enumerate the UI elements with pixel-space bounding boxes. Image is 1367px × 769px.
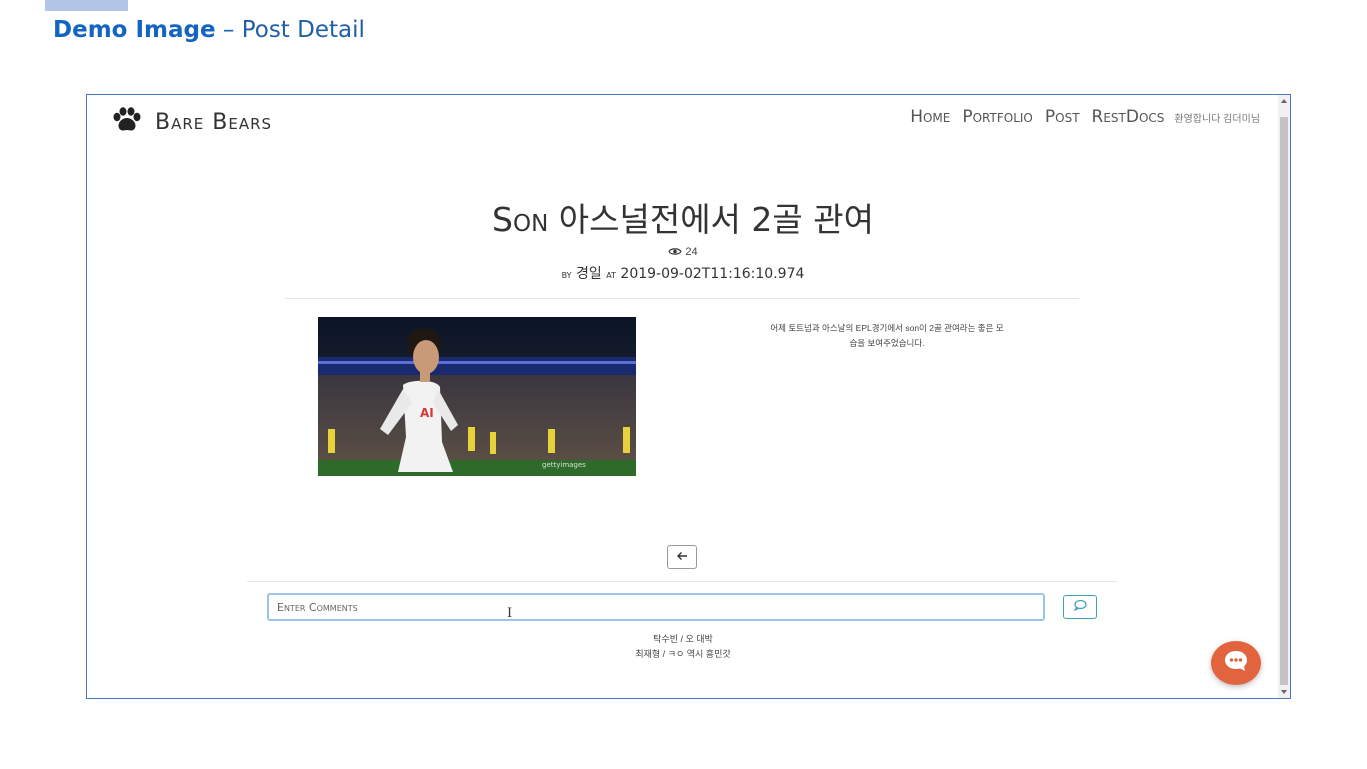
post-title: Son 아스널전에서 2골 관여 <box>492 200 874 239</box>
at-label: at <box>606 267 616 281</box>
submit-comment-button[interactable] <box>1063 595 1097 619</box>
arrow-left-icon <box>676 548 688 566</box>
post-body-line-2: 습을 보여주었습니다. <box>849 338 925 348</box>
comments-divider <box>247 581 1117 582</box>
comment-list: 탁수빈 / 오 대박 최재형 / ㅋㅇ 역시 흥민갓 <box>87 632 1279 662</box>
comment-author: 최재형 <box>635 649 661 659</box>
comment-input[interactable] <box>267 593 1045 621</box>
browser-viewport: Bare Bears Home Portfolio Post RestDocs … <box>86 94 1291 699</box>
navbar-links: Home Portfolio Post RestDocs 환영합니다 김더미님 <box>898 107 1260 127</box>
post-body-line-1: 어제 토트넘과 아스날의 EPL경기에서 son이 2골 관여라는 좋은 모 <box>770 323 1004 333</box>
title-divider <box>285 298 1079 299</box>
brand-name: Bare Bears <box>155 110 273 135</box>
scroll-up-icon[interactable] <box>1281 99 1287 103</box>
comment-item: 최재형 / ㅋㅇ 역시 흥민갓 <box>635 649 731 659</box>
post-body: 어제 토트넘과 아스날의 EPL경기에서 son이 2골 관여라는 좋은 모 습… <box>727 321 1047 351</box>
post-date: 2019-09-02T11:16:10.974 <box>620 266 805 282</box>
nav-link-post[interactable]: Post <box>1045 107 1080 127</box>
nav-link-home[interactable]: Home <box>910 107 950 127</box>
chat-icon <box>1223 649 1249 678</box>
post-image: AI gettyimages <box>318 317 636 476</box>
post-meta: by 경일 at 2019-09-02T11:16:10.974 <box>87 263 1279 283</box>
scroll-down-icon[interactable] <box>1281 690 1287 694</box>
nav-link-restdocs[interactable]: RestDocs <box>1092 107 1165 127</box>
text-cursor-icon: I <box>507 606 513 621</box>
paw-icon <box>111 107 143 138</box>
comment-author: 탁수빈 <box>653 634 678 644</box>
photo-watermark: gettyimages <box>542 461 586 469</box>
speech-bubble-icon <box>1073 598 1087 616</box>
slide-title-strong: Demo Image <box>53 17 216 43</box>
vertical-scrollbar[interactable] <box>1278 95 1290 698</box>
slide-title-rest: Post Detail <box>241 17 365 43</box>
back-button[interactable] <box>667 545 697 569</box>
top-accent-bar <box>45 0 128 11</box>
chat-button[interactable] <box>1211 641 1261 685</box>
comment-item: 탁수빈 / 오 대박 <box>653 634 713 644</box>
view-count-value: 24 <box>685 246 698 258</box>
welcome-message: 환영합니다 김더미님 <box>1174 114 1260 125</box>
comment-text: ㅋㅇ 역시 흥민갓 <box>667 649 731 659</box>
slide-title: Demo Image – Post Detail <box>53 17 365 43</box>
post-author: 경일 <box>576 266 602 282</box>
scrollbar-thumb[interactable] <box>1280 117 1288 685</box>
nav-link-portfolio[interactable]: Portfolio <box>962 107 1033 127</box>
view-count: 24 <box>87 246 1279 258</box>
eye-icon <box>668 246 685 258</box>
comment-text: 오 대박 <box>685 634 713 644</box>
slide-title-separator: – <box>215 17 242 43</box>
by-label: by <box>561 267 572 281</box>
svg-text:AI: AI <box>420 406 434 420</box>
navbar-brand[interactable]: Bare Bears <box>111 107 272 138</box>
